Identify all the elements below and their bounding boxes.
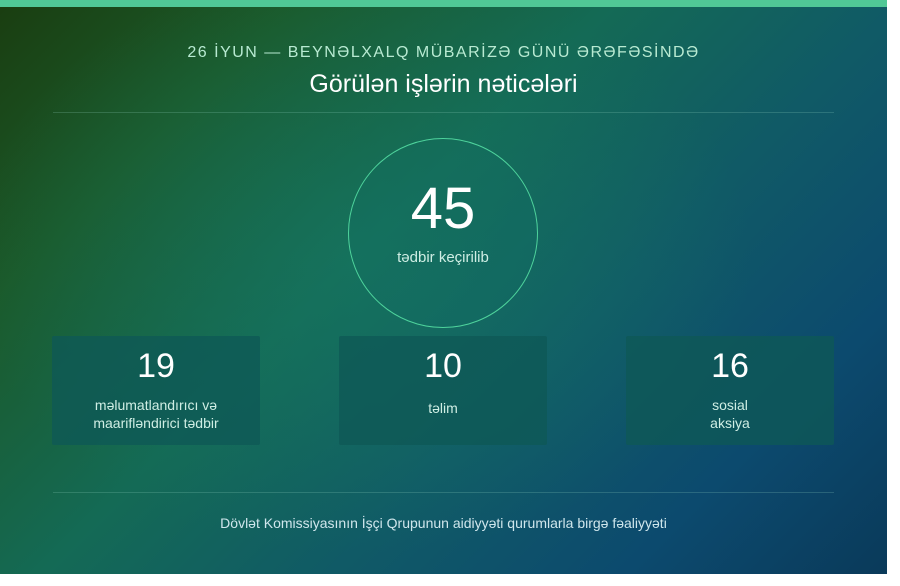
stat-label: təlim [339, 399, 547, 417]
stat-value: 10 [424, 347, 462, 385]
divider-top [53, 112, 834, 113]
kicker-text: 26 İYUN — BEYNƏLXALQ MÜBARİZƏ GÜNÜ ƏRƏFƏ… [187, 44, 700, 61]
stat-value: 16 [711, 347, 749, 385]
stat-value: 19 [137, 347, 175, 385]
stat-label: sosial aksiya [626, 396, 834, 432]
accent-top-bar [0, 0, 887, 7]
page-title: Görülən işlərin nəticələri [309, 70, 578, 98]
stat-label-line: sosial [712, 397, 748, 413]
stat-label-line: təlim [428, 400, 458, 416]
stat-card-trainings: 10 təlim [339, 336, 547, 445]
hero-stat-circle: 45 tədbir keçirilib [348, 138, 538, 328]
stat-label-line: məlumatlandırıcı və [94, 397, 218, 413]
footer-text: Dövlət Komissiyasının İşçi Qrupunun aidi… [220, 515, 667, 531]
stat-label: məlumatlandırıcı və maarifləndirici tədb… [52, 396, 260, 432]
divider-bottom [53, 492, 834, 493]
stat-card-awareness-events: 19 məlumatlandırıcı və maarifləndirici t… [52, 336, 260, 445]
hero-stat-label: tədbir keçirilib [397, 249, 489, 266]
stat-card-social-actions: 16 sosial aksiya [626, 336, 834, 445]
infographic-panel: 26 İYUN — BEYNƏLXALQ MÜBARİZƏ GÜNÜ ƏRƏFƏ… [0, 0, 887, 574]
stat-label-line: maarifləndirici tədbir [93, 415, 219, 431]
stat-label-line: aksiya [710, 415, 750, 431]
hero-stat-value: 45 [410, 176, 476, 241]
